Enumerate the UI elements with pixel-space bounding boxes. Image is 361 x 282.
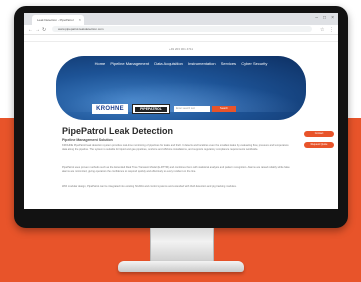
hero-banner: Home Pipeline Management Data Acquisitio… bbox=[56, 56, 306, 120]
minimize-icon[interactable]: – bbox=[315, 15, 318, 21]
maximize-icon[interactable]: □ bbox=[323, 15, 326, 21]
monitor-stand-neck bbox=[150, 228, 214, 262]
closing-paragraph: With modular design, PipePatrol can be i… bbox=[62, 185, 237, 188]
krohne-logo[interactable]: KROHNE bbox=[92, 104, 128, 114]
main-navigation: Home Pipeline Management Data Acquisitio… bbox=[56, 61, 306, 66]
search-button[interactable]: Search bbox=[212, 106, 236, 112]
pipepatrol-logo-text: PIPEPATROL bbox=[135, 107, 167, 112]
tab-title: Leak Detection - PipePatrol bbox=[37, 18, 74, 22]
bookmarks-bar: Apps bbox=[24, 35, 338, 49]
nav-cyber-security[interactable]: Cyber Security bbox=[241, 61, 267, 66]
nav-services[interactable]: Services bbox=[221, 61, 236, 66]
address-row: ← → ↻ www.pipepatrol-leakdetection.com ☆… bbox=[24, 25, 338, 35]
contact-button[interactable]: Contact bbox=[304, 131, 334, 137]
browser-tab-bar: Leak Detection - PipePatrol × – □ × bbox=[24, 13, 338, 25]
search-input[interactable]: Enter search text bbox=[174, 106, 210, 112]
close-icon[interactable]: × bbox=[79, 17, 81, 22]
star-icon[interactable]: ☆ bbox=[320, 27, 324, 33]
back-arrow-icon[interactable]: ← bbox=[28, 27, 33, 33]
menu-icon[interactable]: ⋮ bbox=[329, 27, 334, 33]
monitor-screen: Leak Detection - PipePatrol × – □ × ← → … bbox=[24, 13, 338, 209]
web-page: +49 203 301 4711 Home Pipeline Managemen… bbox=[24, 42, 338, 205]
header-contact-line: +49 203 301 4711 bbox=[168, 47, 194, 51]
pipepatrol-logo[interactable]: PIPEPATROL bbox=[132, 104, 170, 114]
nav-home[interactable]: Home bbox=[95, 61, 106, 66]
body-paragraph: PipePatrol uses proven methods such as t… bbox=[62, 166, 290, 173]
url-text: www.pipepatrol-leakdetection.com bbox=[58, 27, 104, 31]
forward-arrow-icon[interactable]: → bbox=[35, 27, 40, 33]
intro-paragraph: KROHNE PipePatrol leak detection system … bbox=[62, 144, 289, 151]
nav-instrumentation[interactable]: Instrumentation bbox=[188, 61, 216, 66]
browser-tab[interactable]: Leak Detection - PipePatrol × bbox=[32, 15, 84, 25]
page-subtitle: Pipeline Management Solution bbox=[62, 138, 113, 142]
nav-pipeline-management[interactable]: Pipeline Management bbox=[110, 61, 149, 66]
page-title: PipePatrol Leak Detection bbox=[62, 126, 174, 136]
monitor-bezel: Leak Detection - PipePatrol × – □ × ← → … bbox=[14, 6, 348, 228]
monitor-stand-base bbox=[118, 261, 244, 272]
window-close-icon[interactable]: × bbox=[331, 15, 334, 21]
reload-icon[interactable]: ↻ bbox=[42, 27, 46, 33]
nav-data-acquisition[interactable]: Data Acquisition bbox=[154, 61, 183, 66]
address-bar[interactable]: www.pipepatrol-leakdetection.com bbox=[52, 26, 312, 32]
request-quote-button[interactable]: Request Quote bbox=[304, 142, 334, 148]
